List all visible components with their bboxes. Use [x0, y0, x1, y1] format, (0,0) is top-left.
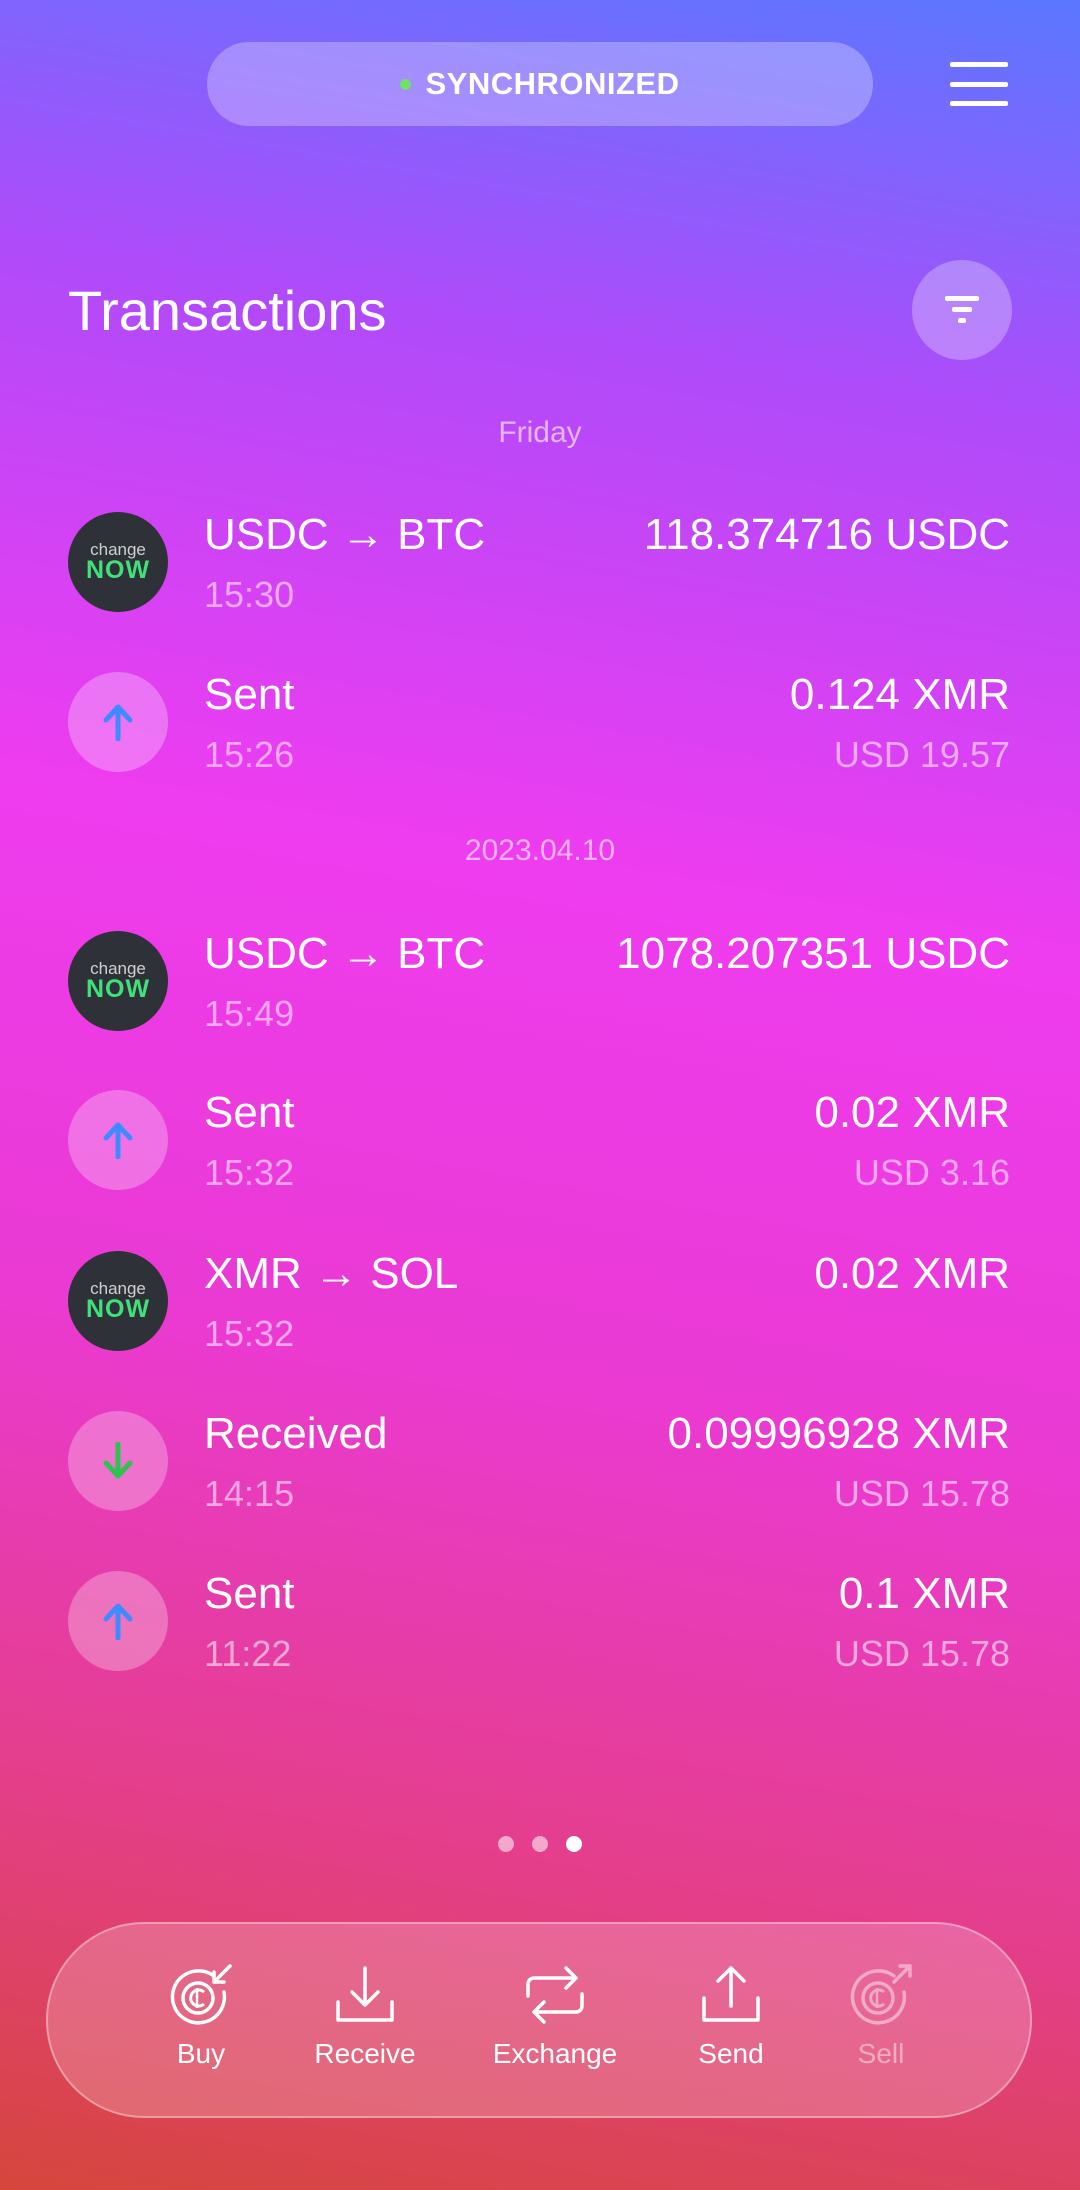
arrow-up-icon [68, 1571, 168, 1671]
transaction-fiat-value: USD 3.16 [853, 1152, 1010, 1193]
date-header: Friday [498, 416, 582, 449]
receive-button[interactable]: Receive [300, 1962, 430, 2070]
changenow-logo-icon: change NOW [68, 512, 168, 612]
transaction-time: 14:15 [204, 1473, 295, 1514]
sell-button[interactable]: Sell [816, 1962, 946, 2070]
transaction-fiat-value: USD 15.78 [833, 1473, 1010, 1514]
transaction-name: USDC → BTC [204, 929, 486, 978]
upload-icon [702, 1966, 760, 2022]
page-dot-active[interactable] [566, 1836, 582, 1852]
sync-status-dot [400, 78, 412, 90]
transaction-row[interactable]: Sent 11:22 0.1 XMR USD 15.78 [0, 1569, 1080, 1701]
send-label: Send [698, 2038, 764, 2069]
transaction-time: 15:26 [204, 734, 295, 775]
transaction-row[interactable]: change NOW XMR → SOL 15:32 0.02 XMR [0, 1249, 1080, 1381]
exchange-label: Exchange [492, 2038, 618, 2069]
transaction-fiat-value: USD 15.78 [833, 1633, 1010, 1674]
transaction-amount: 0.09996928 XMR [667, 1409, 1010, 1458]
transaction-fiat-value: USD 19.57 [833, 734, 1010, 775]
transaction-amount: 118.374716 USDC [643, 510, 1010, 559]
transaction-name: Received [204, 1409, 388, 1458]
transaction-name: Sent [204, 670, 295, 719]
date-header: 2023.04.10 [464, 834, 616, 867]
transaction-amount: 0.02 XMR [814, 1088, 1010, 1137]
arrow-down-icon [68, 1411, 168, 1511]
transaction-time: 15:32 [204, 1313, 295, 1354]
transaction-time: 15:30 [204, 574, 295, 615]
download-icon [336, 1966, 394, 2022]
receive-label: Receive [314, 2038, 416, 2069]
transaction-time: 15:49 [204, 993, 295, 1034]
buy-button[interactable]: Buy [136, 1962, 266, 2070]
page-dot[interactable] [498, 1836, 514, 1852]
action-bar: Buy Receive Exchange Send Sell [46, 1922, 1032, 2118]
send-button[interactable]: Send [666, 1962, 796, 2070]
page-title: Transactions [68, 279, 387, 342]
transaction-amount: 0.1 XMR [838, 1569, 1010, 1618]
transaction-row[interactable]: change NOW USDC → BTC 15:49 1078.207351 … [0, 929, 1080, 1061]
filter-icon [945, 296, 979, 323]
page-indicator [0, 1836, 1080, 1852]
changenow-logo-icon: change NOW [68, 1251, 168, 1351]
arrow-up-icon [68, 1090, 168, 1190]
transaction-row[interactable]: Sent 15:26 0.124 XMR USD 19.57 [0, 670, 1080, 802]
transaction-name: Sent [204, 1569, 295, 1618]
sell-icon [850, 1964, 912, 2025]
hamburger-menu-icon[interactable] [950, 62, 1008, 106]
exchange-button[interactable]: Exchange [490, 1962, 620, 2070]
filter-button[interactable] [912, 260, 1012, 360]
transaction-name: USDC → BTC [204, 510, 486, 559]
transaction-name: XMR → SOL [204, 1249, 459, 1298]
transaction-row[interactable]: Sent 15:32 0.02 XMR USD 3.16 [0, 1088, 1080, 1220]
exchange-icon [526, 1966, 584, 2024]
sync-status-pill[interactable]: SYNCHRONIZED [207, 42, 873, 126]
transaction-time: 11:22 [204, 1633, 292, 1674]
sell-label: Sell [857, 2038, 905, 2069]
transaction-amount: 0.124 XMR [789, 670, 1010, 719]
transaction-amount: 0.02 XMR [814, 1249, 1010, 1298]
transaction-amount: 1078.207351 USDC [616, 929, 1010, 978]
transaction-row[interactable]: Received 14:15 0.09996928 XMR USD 15.78 [0, 1409, 1080, 1541]
buy-icon [170, 1964, 232, 2025]
transaction-name: Sent [204, 1088, 295, 1137]
buy-label: Buy [176, 2038, 226, 2069]
page-dot[interactable] [532, 1836, 548, 1852]
arrow-up-icon [68, 672, 168, 772]
sync-status-text: SYNCHRONIZED [425, 66, 680, 101]
changenow-logo-icon: change NOW [68, 931, 168, 1031]
transaction-time: 15:32 [204, 1152, 295, 1193]
transaction-row[interactable]: change NOW USDC → BTC 15:30 118.374716 U… [0, 510, 1080, 642]
